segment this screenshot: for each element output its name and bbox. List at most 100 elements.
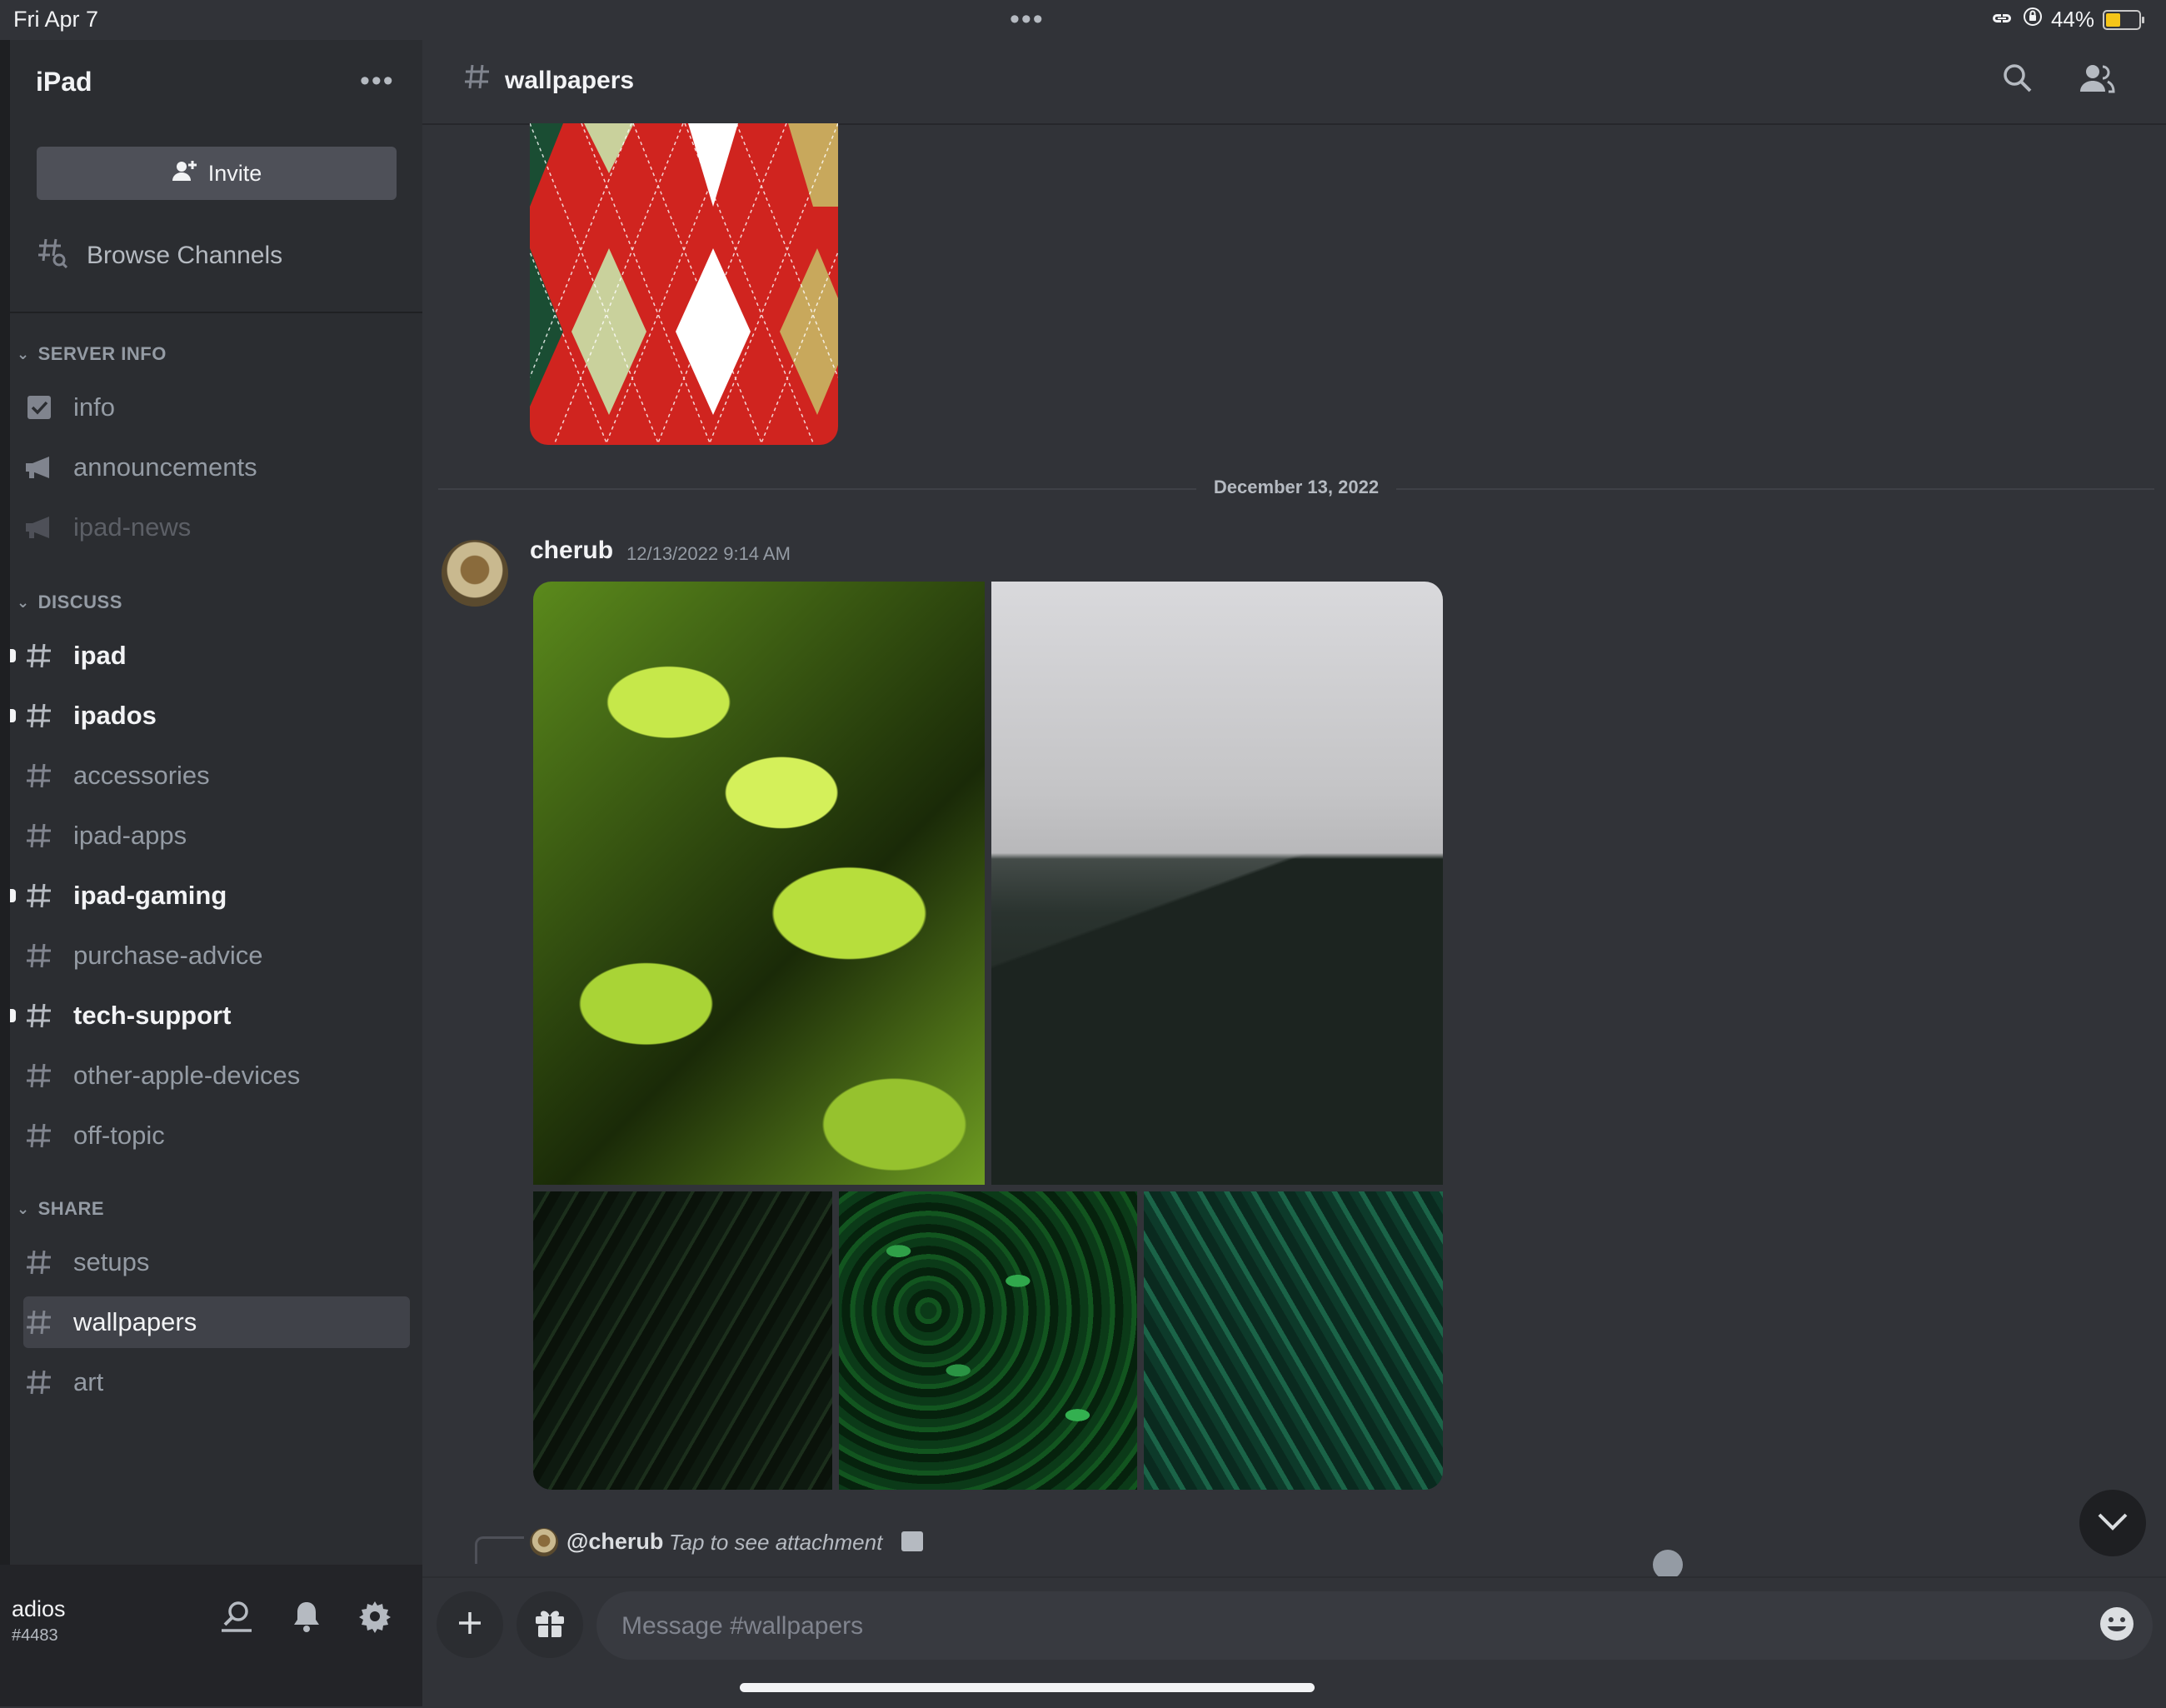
- sidebar-item-announcements[interactable]: announcements: [23, 442, 410, 493]
- invite-button[interactable]: Invite: [37, 147, 397, 200]
- jump-to-bottom-button[interactable]: [2079, 1490, 2146, 1556]
- argyle-wallpaper-image[interactable]: [530, 123, 838, 445]
- reply-attachment-hint[interactable]: Tap to see attachment: [669, 1530, 882, 1556]
- sidebar-item-label: tech-support: [73, 1001, 232, 1030]
- sidebar-divider: [10, 312, 422, 313]
- sidebar-item-label: wallpapers: [73, 1307, 197, 1336]
- sidebar-item-tech-support[interactable]: tech-support: [23, 990, 410, 1041]
- sidebar-item-label: accessories: [73, 761, 210, 790]
- assistive-touch-dot[interactable]: [1653, 1550, 1683, 1580]
- sidebar-item-label: art: [73, 1367, 104, 1396]
- server-rail: [0, 40, 10, 1565]
- sidebar-item-ipados[interactable]: ipados: [23, 690, 410, 742]
- find-friends-icon[interactable]: [218, 1600, 255, 1637]
- reply-mention[interactable]: @cherub: [566, 1529, 663, 1555]
- emoji-icon: [2098, 1607, 2136, 1646]
- invite-label: Invite: [207, 160, 262, 186]
- date-divider-line-left: [438, 488, 1196, 490]
- hash-icon: [23, 1001, 55, 1030]
- unread-indicator: [10, 709, 16, 722]
- sidebar-item-setups[interactable]: setups: [23, 1236, 410, 1288]
- user-panel-actions: [218, 1600, 392, 1637]
- category-label: SHARE: [37, 1198, 105, 1219]
- chevron-down-icon: [2097, 1511, 2129, 1536]
- status-date: Fri Apr 7: [13, 7, 99, 32]
- category-label: DISCUSS: [37, 592, 122, 612]
- message-input[interactable]: [620, 1603, 2073, 1650]
- sidebar-item-other-apple-devices[interactable]: other-apple-devices: [23, 1050, 410, 1101]
- category-label: SERVER INFO: [37, 343, 167, 364]
- reply-avatar: [530, 1528, 558, 1556]
- hash-icon: [23, 642, 55, 670]
- server-name[interactable]: iPad: [36, 67, 92, 97]
- header-actions: [2001, 62, 2116, 99]
- hash-icon: [23, 702, 55, 730]
- home-indicator[interactable]: [740, 1683, 1315, 1692]
- sidebar-item-label: announcements: [73, 452, 257, 482]
- chevron-down-icon: ⌄: [17, 345, 30, 362]
- rules-icon: [23, 394, 55, 421]
- sidebar-item-ipad-apps[interactable]: ipad-apps: [23, 810, 410, 861]
- browse-channels-label: Browse Channels: [87, 242, 283, 269]
- sidebar-item-off-topic[interactable]: off-topic: [23, 1110, 410, 1161]
- date-divider: December 13, 2022: [1213, 477, 1380, 497]
- sidebar-item-label: purchase-advice: [73, 941, 263, 970]
- attachment-ferns-image[interactable]: [1144, 1191, 1443, 1490]
- unread-indicator: [10, 649, 16, 662]
- unread-indicator: [10, 889, 16, 902]
- attachment-dark-palm-image[interactable]: [533, 1191, 832, 1490]
- search-icon[interactable]: [2001, 62, 2034, 99]
- image-icon: [901, 1531, 923, 1551]
- bell-icon[interactable]: [292, 1600, 322, 1637]
- orientation-lock-icon: [2023, 7, 2043, 32]
- sidebar-item-art[interactable]: art: [23, 1356, 410, 1408]
- attachment-leaves-image[interactable]: [533, 582, 985, 1185]
- sidebar-item-label: ipad: [73, 641, 127, 670]
- chevron-down-icon: ⌄: [17, 1200, 30, 1217]
- reply-connector: [475, 1536, 524, 1564]
- hash-icon: [23, 881, 55, 910]
- sidebar-item-info[interactable]: info: [23, 382, 410, 433]
- attachment-forest-image[interactable]: [991, 582, 1443, 1185]
- sidebar-item-wallpapers[interactable]: wallpapers: [23, 1296, 410, 1348]
- username[interactable]: adios: [12, 1596, 66, 1622]
- category-server-info[interactable]: ⌄ SERVER INFO: [17, 343, 167, 365]
- gift-button[interactable]: [517, 1591, 583, 1658]
- message-author[interactable]: cherub: [530, 537, 613, 565]
- emoji-button[interactable]: [2098, 1605, 2136, 1647]
- members-icon[interactable]: [2078, 62, 2116, 99]
- channel-title: wallpapers: [505, 67, 635, 94]
- status-indicators: 44%: [1989, 7, 2144, 32]
- server-more-icon[interactable]: •••: [360, 65, 395, 97]
- battery-percent: 44%: [2050, 7, 2094, 32]
- sidebar-item-label: ipad-apps: [73, 821, 187, 850]
- sidebar-item-label: ipados: [73, 701, 157, 730]
- battery-icon: [2103, 9, 2144, 30]
- hash-icon: [23, 1061, 55, 1090]
- sidebar-item-accessories[interactable]: accessories: [23, 750, 410, 802]
- gift-icon: [534, 1608, 566, 1642]
- sidebar-item-ipad[interactable]: ipad: [23, 630, 410, 682]
- sidebar-item-label: other-apple-devices: [73, 1061, 301, 1090]
- sidebar-item-purchase-advice[interactable]: purchase-advice: [23, 930, 410, 981]
- user-tag: #4483: [12, 1626, 58, 1645]
- sidebar-item-label: info: [73, 392, 115, 422]
- browse-channels-icon: [37, 237, 68, 275]
- sidebar-item-ipad-news[interactable]: ipad-news: [23, 502, 410, 553]
- add-attachment-button[interactable]: [437, 1591, 503, 1658]
- sidebar-item-label: setups: [73, 1247, 150, 1276]
- hash-icon: [23, 1308, 55, 1336]
- category-share[interactable]: ⌄ SHARE: [17, 1198, 104, 1220]
- attachment-green-foliage-image[interactable]: [839, 1191, 1137, 1490]
- hash-icon: [23, 1248, 55, 1276]
- sidebar-item-ipad-gaming[interactable]: ipad-gaming: [23, 870, 410, 921]
- unread-indicator: [10, 1009, 16, 1022]
- browse-channels-button[interactable]: Browse Channels: [37, 235, 282, 277]
- hash-icon: [23, 1368, 55, 1396]
- category-discuss[interactable]: ⌄ DISCUSS: [17, 592, 122, 613]
- avatar[interactable]: [442, 540, 508, 607]
- megaphone-icon: [23, 515, 55, 540]
- hash-icon: [23, 822, 55, 850]
- gear-icon[interactable]: [358, 1600, 392, 1637]
- multitask-dots-icon[interactable]: •••: [1010, 3, 1045, 36]
